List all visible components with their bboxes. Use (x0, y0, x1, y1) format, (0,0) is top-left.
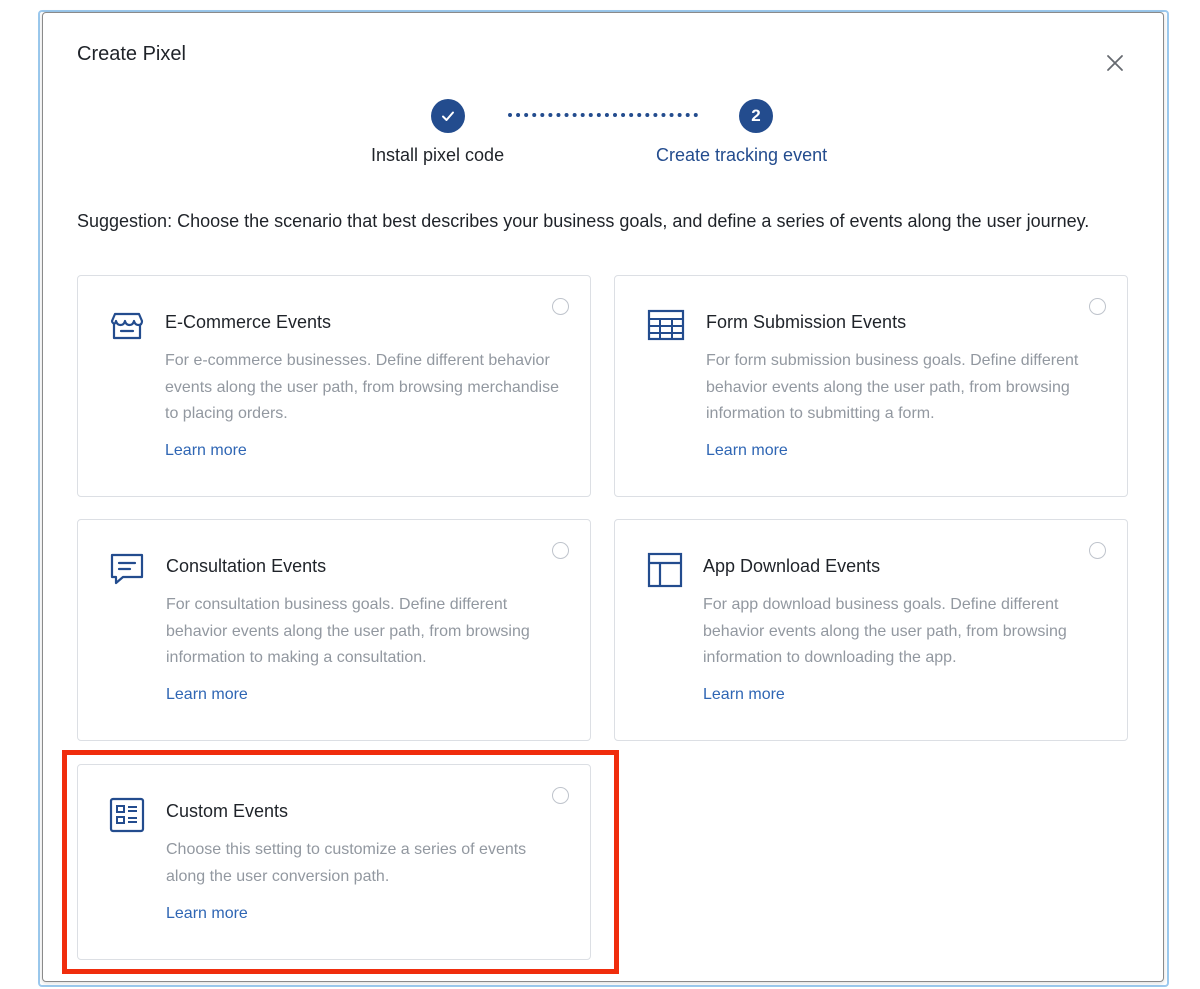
card-consultation-events[interactable]: Consultation Events For consultation bus… (77, 519, 591, 741)
card-title: Consultation Events (166, 556, 327, 576)
card-description: For app download business goals. Define … (703, 596, 1067, 666)
card-title: Custom Events (166, 801, 289, 821)
learn-more-link[interactable]: Learn more (166, 905, 248, 923)
card-description: For e-commerce businesses. Define differ… (165, 352, 559, 422)
close-icon[interactable] (1103, 51, 1127, 75)
card-custom-events[interactable]: Custom Events Choose this setting to cus… (77, 764, 591, 960)
card-title: Form Submission Events (706, 312, 907, 332)
learn-more-link[interactable]: Learn more (165, 442, 247, 460)
form-grid-icon (647, 308, 685, 342)
step-1-check-icon (431, 99, 465, 133)
dialog-title: Create Pixel (77, 43, 186, 65)
learn-more-link[interactable]: Learn more (706, 442, 788, 460)
radio-ecommerce-events[interactable] (552, 298, 569, 315)
step-connector (508, 113, 698, 117)
learn-more-link[interactable]: Learn more (166, 686, 248, 704)
step-1-label: Install pixel code (371, 145, 505, 165)
app-layout-icon (647, 552, 683, 588)
card-app-download-events[interactable]: App Download Events For app download bus… (614, 519, 1128, 741)
card-form-submission-events[interactable]: Form Submission Events For form submissi… (614, 275, 1128, 497)
radio-consultation-events[interactable] (552, 542, 569, 559)
card-description: For form submission business goals. Defi… (706, 352, 1079, 422)
custom-list-icon (109, 797, 145, 833)
step-2-label: Create tracking event (656, 145, 828, 165)
radio-app-download-events[interactable] (1089, 542, 1106, 559)
learn-more-link[interactable]: Learn more (703, 686, 785, 704)
radio-form-submission-events[interactable] (1089, 298, 1106, 315)
create-pixel-dialog: Create Pixel Install pixel code 2 Create… (42, 12, 1164, 982)
step-2-number: 2 (739, 99, 773, 133)
suggestion-text: Suggestion: Choose the scenario that bes… (77, 211, 1090, 231)
storefront-icon (109, 308, 145, 342)
card-description: Choose this setting to customize a serie… (166, 841, 527, 885)
card-title: E-Commerce Events (165, 312, 332, 332)
card-description: For consultation business goals. Define … (166, 596, 530, 666)
radio-custom-events[interactable] (552, 787, 569, 804)
card-ecommerce-events[interactable]: E-Commerce Events For e-commerce busines… (77, 275, 591, 497)
chat-bubble-icon (109, 552, 145, 586)
card-title: App Download Events (703, 556, 881, 576)
